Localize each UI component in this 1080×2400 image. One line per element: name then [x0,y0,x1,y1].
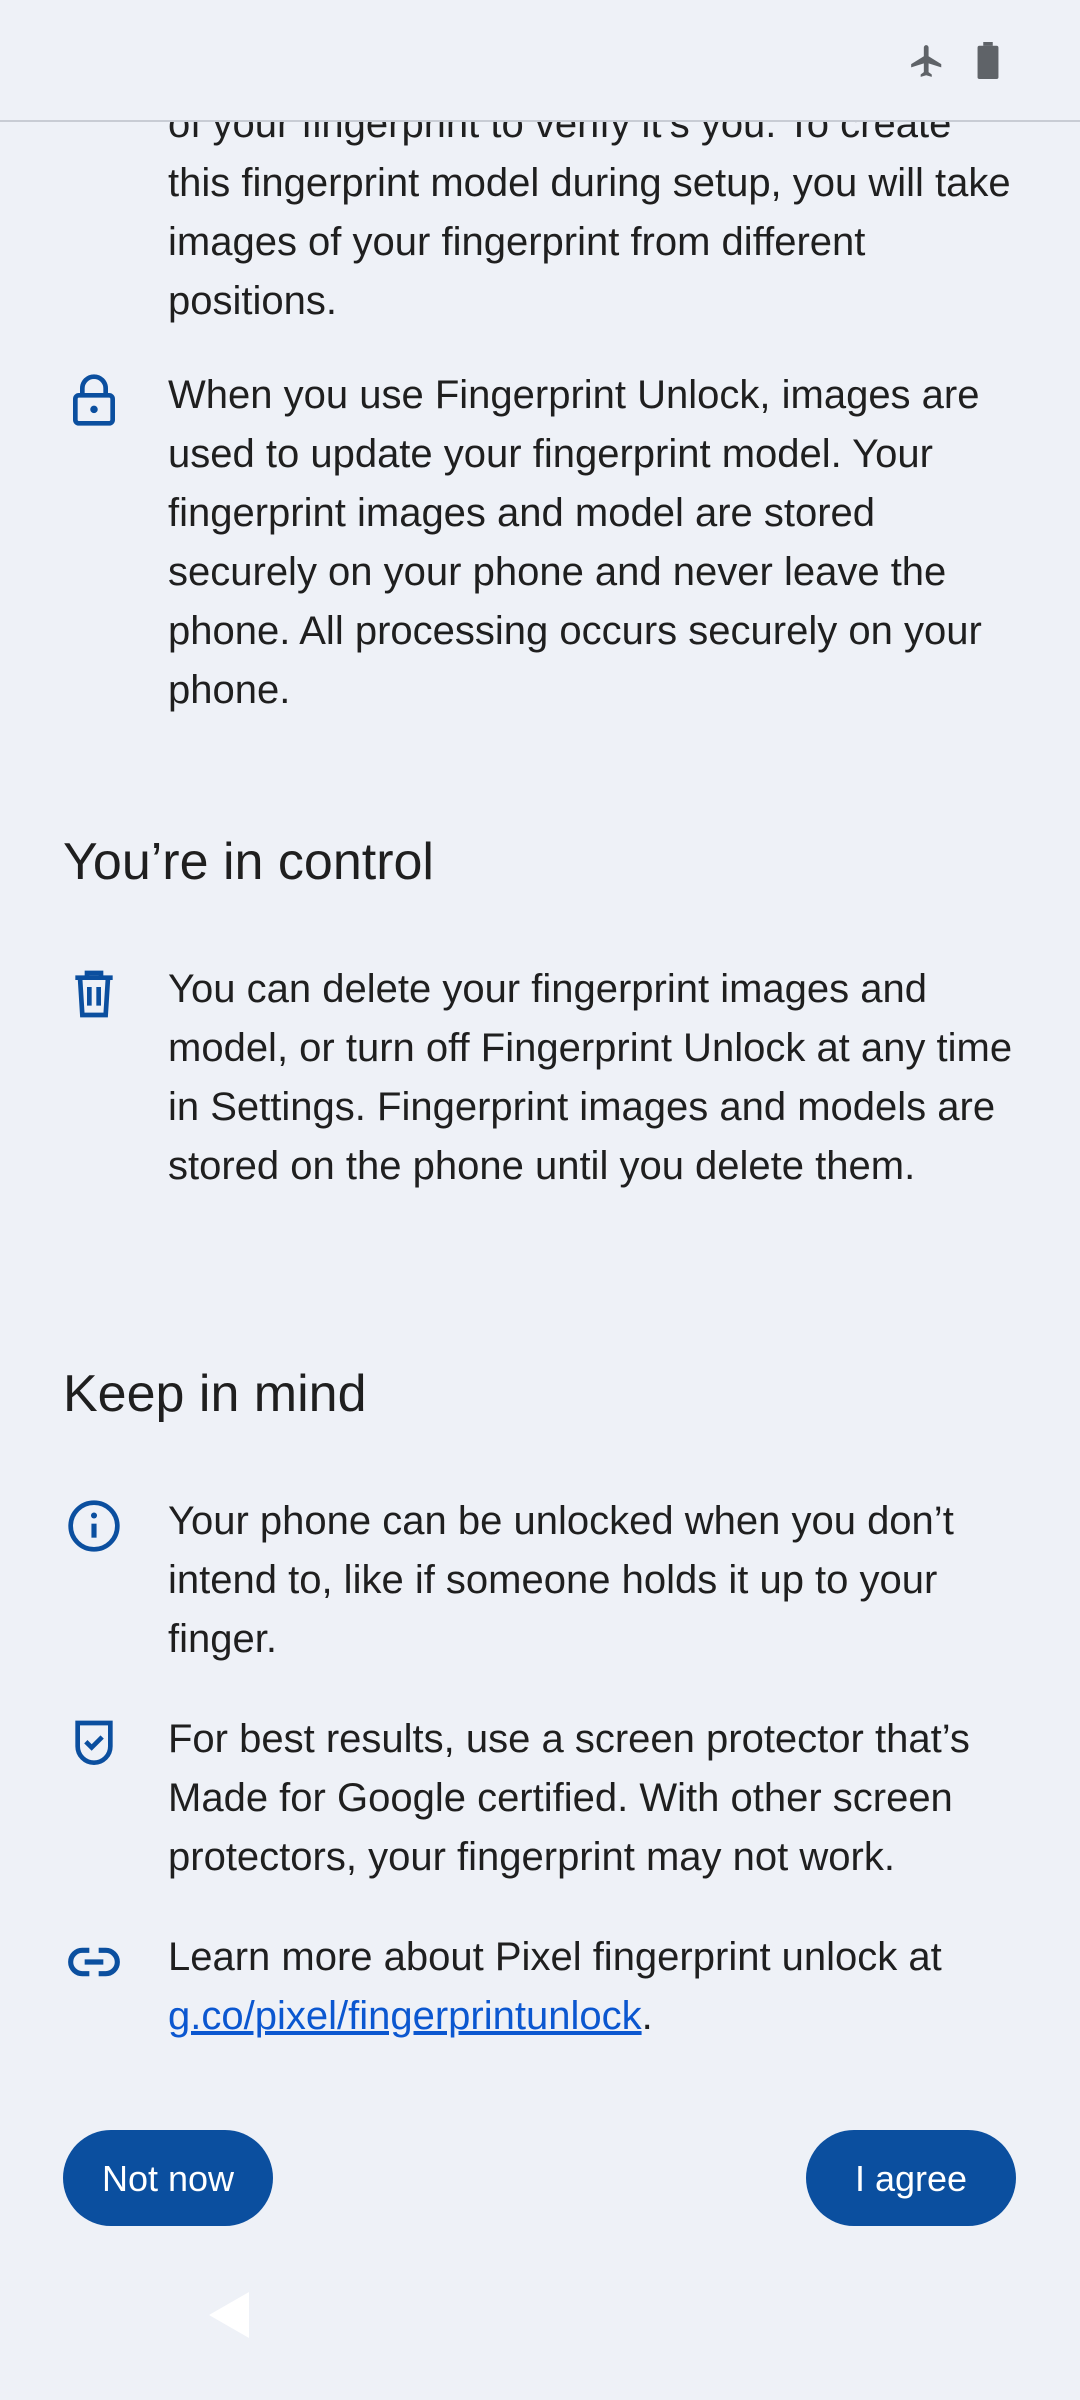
fingerprint-unlock-link[interactable]: g.co/pixel/fingerprintunlock [168,1994,642,2038]
info-icon [66,1498,122,1554]
status-bar [0,0,1080,122]
learn-more-text: Learn more about Pixel fingerprint unloc… [168,1935,942,1979]
item-text: You can delete your fingerprint images a… [168,967,1013,1188]
item-text: Your phone can be unlocked when you don’… [168,1499,954,1661]
section-title: Keep in mind [63,1365,367,1423]
not-now-button[interactable]: Not now [63,2130,273,2226]
back-icon[interactable] [205,2290,251,2340]
section-title: You’re in control [63,833,434,891]
agree-button[interactable]: I agree [806,2130,1016,2226]
link-icon [66,1934,122,1990]
learn-more-suffix: . [641,1994,653,2038]
consent-content: of your fingerprint to verify it’s you. … [0,0,1080,2400]
lock-icon [66,372,122,428]
battery-icon [976,42,1000,80]
trash-icon [66,966,122,1022]
item-text: When you use Fingerprint Unlock, images … [168,373,982,712]
shield-check-icon [66,1716,122,1772]
airplane-icon [908,42,946,80]
item-text: For best results, use a screen protector… [168,1717,970,1879]
item-text: Learn more about Pixel fingerprint unloc… [168,1928,1018,2046]
item-text: of your fingerprint to verify it’s you. … [168,102,1011,323]
